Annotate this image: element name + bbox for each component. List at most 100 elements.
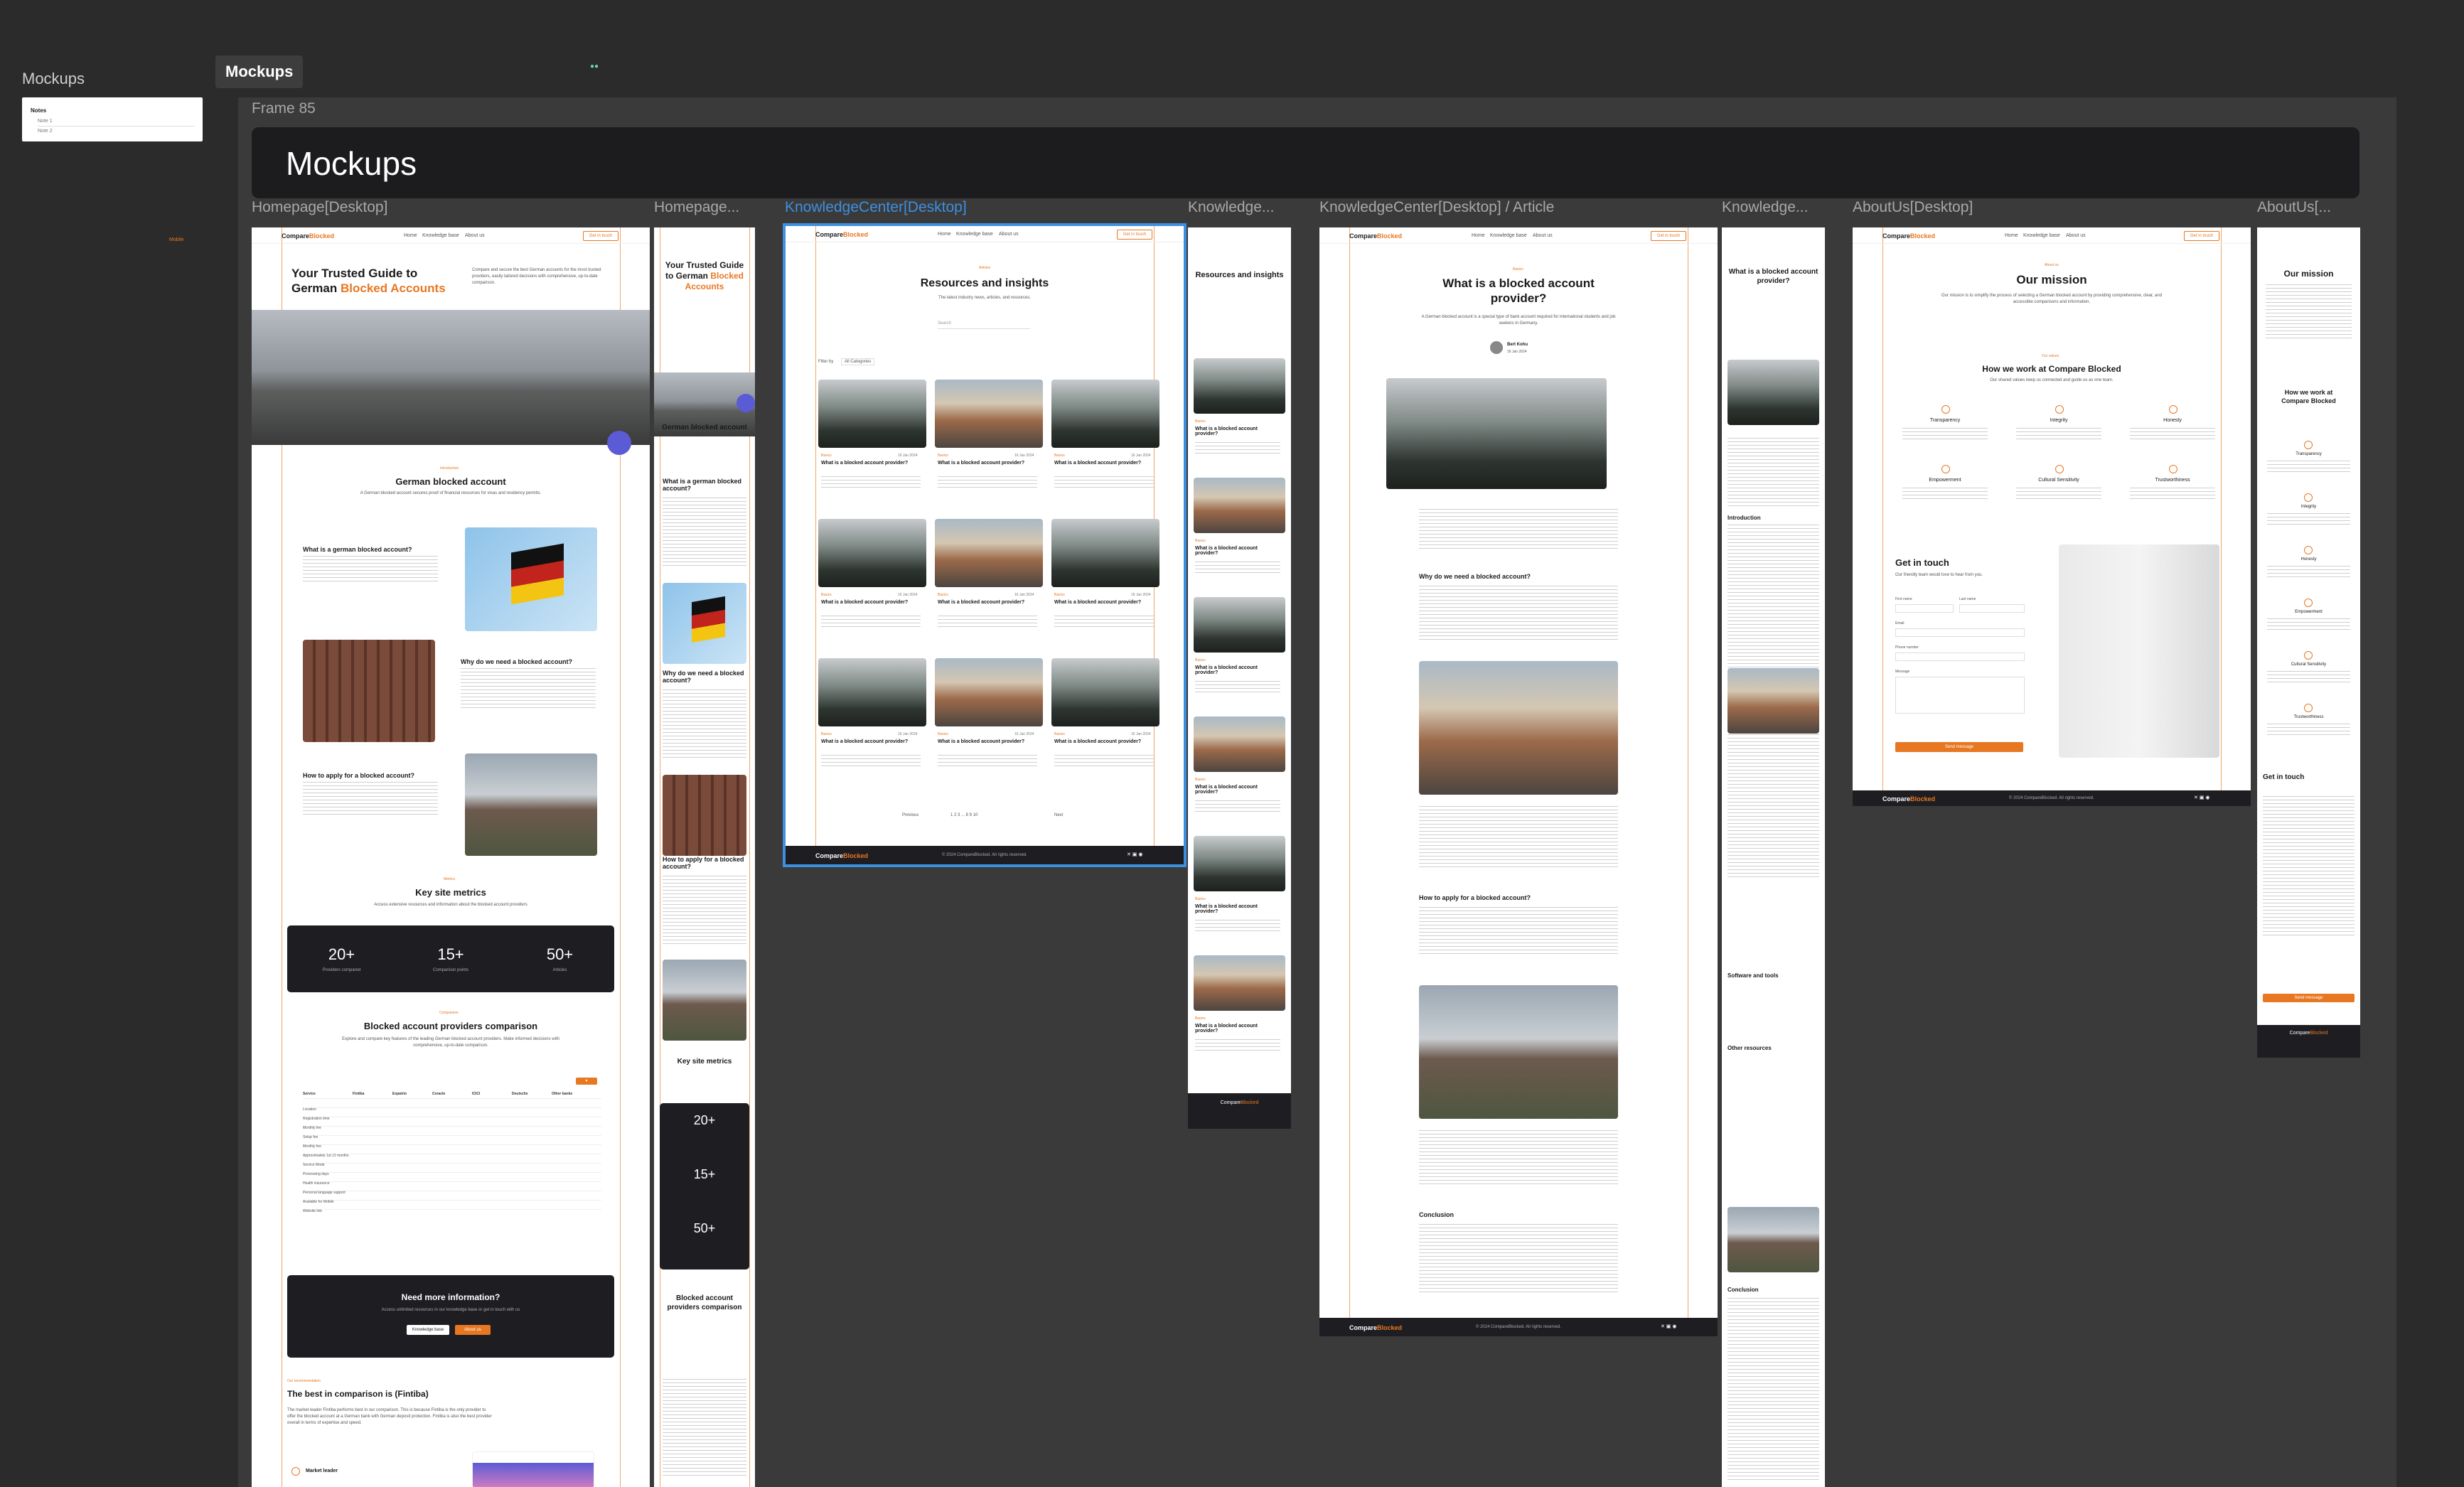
article-card-badge: Basics — [938, 732, 948, 736]
article-card[interactable]: Basics 16 Jan 2024 What is a blocked accou… — [818, 519, 926, 647]
article-desktop-frame[interactable]: CompareBlocked Home Knowledge base About… — [1319, 227, 1718, 1336]
get-in-touch-button[interactable]: Get in touch — [583, 231, 618, 241]
social-icons[interactable]: ✕ ▣ ◉ — [1661, 1324, 1676, 1329]
nav-about[interactable]: About us — [2066, 233, 2086, 238]
first-name-input[interactable] — [1895, 604, 1954, 613]
message-textarea[interactable] — [1895, 677, 2025, 714]
m-contact-form[interactable] — [2263, 796, 2355, 938]
logo[interactable]: CompareBlocked — [815, 231, 868, 238]
notes-thumbnail[interactable]: Notes Note 1 Note 2 — [22, 97, 203, 141]
q2-text — [461, 668, 596, 711]
canvas-page-tag[interactable]: Mockups — [215, 55, 304, 88]
kc-next-button[interactable]: Next — [1054, 813, 1063, 817]
kc-search-input[interactable]: Search — [938, 321, 1030, 329]
q2-title: Why do we need a blocked account? — [461, 658, 573, 665]
logo-text: Compare — [1882, 232, 1911, 240]
article-card[interactable]: Basics 16 Jan 2024 What is a blocked accou… — [1051, 380, 1159, 508]
about-mobile-frame[interactable]: Our mission How we work at Compare Blocke… — [2257, 227, 2360, 1058]
logo-accent: Blocked — [1377, 232, 1403, 240]
logo[interactable]: CompareBlocked — [1882, 232, 1935, 240]
frame-label-home-mobile[interactable]: Homepage... — [654, 199, 750, 216]
get-in-touch-button[interactable]: Get in touch — [1651, 231, 1686, 241]
logo[interactable]: CompareBlocked — [282, 232, 334, 240]
m-value-text — [2267, 671, 2350, 684]
knowledge-base-button[interactable]: Knowledge base — [407, 1325, 449, 1335]
phone-input[interactable] — [1895, 653, 2025, 661]
frame-label-about-mobile[interactable]: AboutUs[... — [2257, 199, 2357, 216]
nav-knowledge[interactable]: Knowledge base — [422, 233, 459, 238]
article-card[interactable]: Basics 16 Jan 2024 What is a blocked accou… — [818, 658, 926, 786]
m-hero-title-line2: German — [675, 271, 711, 281]
article-card-excerpt — [821, 616, 921, 628]
sidebar-page-title[interactable]: Mockups — [22, 70, 85, 88]
table-row: Service Mode — [303, 1156, 601, 1167]
m-stats-panel: 20+ 15+ 50+ — [660, 1103, 749, 1269]
nav-about[interactable]: About us — [1533, 233, 1553, 238]
footer-logo[interactable]: CompareBlocked — [1882, 795, 1935, 802]
frame-label-kc-mobile[interactable]: Knowledge... — [1188, 199, 1287, 216]
article-mobile-frame[interactable]: What is a blocked account provider? Intr… — [1722, 227, 1825, 1487]
homepage-mobile-frame[interactable]: Your Trusted Guide to German Blocked Acc… — [654, 227, 755, 1487]
footer-logo[interactable]: CompareBlocked — [815, 852, 868, 859]
about-us-button[interactable]: About us — [455, 1325, 491, 1335]
m-article-card[interactable]: Basics What is a blocked account provider… — [1194, 716, 1285, 830]
homepage-desktop-frame[interactable]: CompareBlocked Home Knowledge base About… — [252, 227, 650, 1487]
get-in-touch-button[interactable]: Get in touch — [2184, 231, 2219, 241]
m-article-card-excerpt — [1195, 920, 1280, 931]
kc-mobile-frame[interactable]: Resources and insights Basics What is a b… — [1188, 227, 1291, 1129]
social-icons[interactable]: ✕ ▣ ◉ — [1127, 852, 1142, 857]
send-message-button[interactable]: Send message — [1895, 742, 2023, 752]
nav-home[interactable]: Home — [1472, 233, 1485, 238]
m-footer-logo[interactable]: CompareBlocked — [1188, 1100, 1291, 1105]
frame-label-article-mobile[interactable]: Knowledge... — [1722, 199, 1821, 216]
article-card[interactable]: Basics 16 Jan 2024 What is a blocked accou… — [1051, 658, 1159, 786]
section-title: German blocked account — [395, 476, 506, 487]
logo[interactable]: CompareBlocked — [1349, 232, 1402, 240]
navbar: CompareBlocked Home Knowledge base About… — [786, 226, 1184, 242]
frame-label-about-desktop[interactable]: AboutUs[Desktop] — [1853, 199, 1973, 216]
article-card[interactable]: Basics 16 Jan 2024 What is a blocked accou… — [1051, 519, 1159, 647]
metrics-eyebrow: Metrics — [444, 877, 456, 881]
kc-pagination[interactable]: 1 2 3 ... 8 9 10 — [950, 813, 977, 817]
get-in-touch-button[interactable]: Get in touch — [1117, 230, 1152, 240]
frame-label-kc-desktop[interactable]: KnowledgeCenter[Desktop] — [785, 199, 967, 216]
m-article-card-excerpt — [1195, 442, 1280, 453]
m-article-card[interactable]: Basics What is a blocked account provider… — [1194, 358, 1285, 472]
article-card[interactable]: Basics 16 Jan 2024 What is a blocked accou… — [935, 519, 1043, 647]
scroll-badge-icon[interactable] — [607, 431, 631, 455]
m-article-card[interactable]: Basics What is a blocked account provider… — [1194, 597, 1285, 711]
article-card[interactable]: Basics 16 Jan 2024 What is a blocked accou… — [818, 380, 926, 508]
article-card[interactable]: Basics 16 Jan 2024 What is a blocked accou… — [935, 658, 1043, 786]
footer-logo[interactable]: CompareBlocked — [1349, 1324, 1402, 1331]
stat-providers: 20+ Providers compared — [287, 925, 396, 992]
table-action-button[interactable]: ▾ — [576, 1078, 597, 1085]
m-article-card[interactable]: Basics What is a blocked account provider… — [1194, 955, 1285, 1069]
kc-desktop-frame[interactable]: CompareBlocked Home Knowledge base About… — [783, 223, 1187, 867]
about-desktop-frame[interactable]: CompareBlocked Home Knowledge base About… — [1853, 227, 2251, 806]
kc-prev-button[interactable]: Previous — [902, 813, 918, 817]
hero-title-line2: German — [291, 281, 341, 295]
frame-label-article-desktop[interactable]: KnowledgeCenter[Desktop] / Article — [1319, 199, 1554, 216]
nav-knowledge[interactable]: Knowledge base — [956, 232, 993, 237]
m-article-card[interactable]: Basics What is a blocked account provider… — [1194, 478, 1285, 591]
nav-home[interactable]: Home — [404, 233, 417, 238]
nav-about[interactable]: About us — [465, 233, 485, 238]
article-card[interactable]: Basics 16 Jan 2024 What is a blocked accou… — [935, 380, 1043, 508]
email-input[interactable] — [1895, 628, 2025, 637]
m-article-card-badge: Basics — [1195, 1016, 1206, 1021]
frame-label-home-desktop[interactable]: Homepage[Desktop] — [252, 199, 387, 216]
frame-label[interactable]: Frame 85 — [252, 100, 316, 117]
nav-about[interactable]: About us — [999, 232, 1019, 237]
nav-home[interactable]: Home — [2005, 233, 2018, 238]
nav-knowledge[interactable]: Knowledge base — [1490, 233, 1527, 238]
kc-category-select[interactable]: All Categories — [841, 358, 875, 365]
nav-knowledge[interactable]: Knowledge base — [2023, 233, 2060, 238]
m-send-message-button[interactable]: Send message — [2263, 994, 2355, 1002]
m-footer-logo[interactable]: CompareBlocked — [2257, 1031, 2360, 1036]
last-name-input[interactable] — [1959, 604, 2025, 613]
social-icons[interactable]: ✕ ▣ ◉ — [2194, 795, 2209, 800]
nav-home[interactable]: Home — [938, 232, 951, 237]
article-card-title: What is a blocked account provider? — [1054, 739, 1142, 744]
m-scroll-badge-icon[interactable] — [736, 394, 755, 412]
m-article-card[interactable]: Basics What is a blocked account provider… — [1194, 836, 1285, 950]
